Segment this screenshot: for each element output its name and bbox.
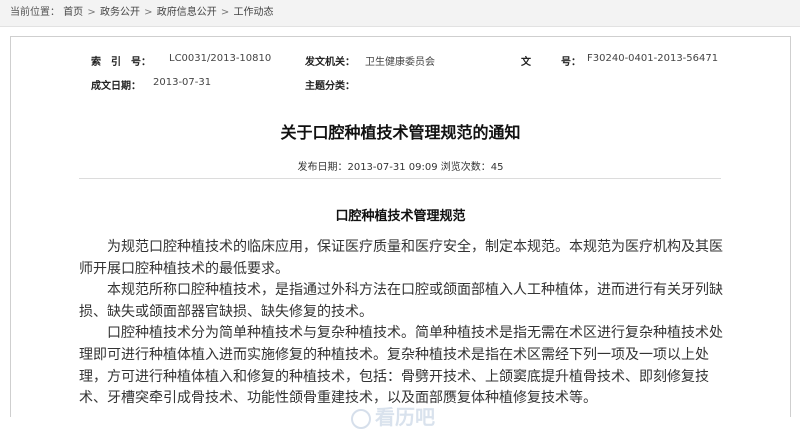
breadcrumb-info-disclosure-link[interactable]: 政府信息公开 [157,0,217,26]
publish-date-label: 发布日期： [297,162,348,173]
article-container: 索 引 号： LC0031/2013-10810 发文机关： 卫生健康委员会 文… [10,36,791,429]
written-date-value: 2013-07-31 [153,77,212,88]
view-count-value: 45 [490,162,504,173]
body-paragraph: 口腔种植技术分为简单种植技术与复杂种植技术。简单种植技术是指无需在术区进行复杂种… [79,325,723,407]
written-date-label: 成文日期： [91,81,141,92]
title-divider [79,178,721,179]
article-body: 为规范口腔种植技术的临床应用，保证医疗质量和医疗安全，制定本规范。本规范为医疗机… [79,237,729,410]
document-number-value: F30240-0401-2013-56471 [587,53,719,64]
article-subtitle: 口腔种植技术管理规范 [335,209,466,224]
article-title: 关于口腔种植技术管理规范的通知 [280,123,521,142]
issuing-authority-value: 卫生健康委员会 [365,57,435,68]
breadcrumb-separator: > [87,7,96,18]
breadcrumb-gov-affairs-link[interactable]: 政务公开 [100,0,140,26]
index-number-label: 索 引 号： [91,57,151,68]
publish-info: 发布日期：2013-07-31 09:09 浏览次数：45 [11,158,790,173]
breadcrumb-home-link[interactable]: 首页 [63,0,83,26]
watermark-logo-icon [351,408,371,429]
breadcrumb-work-news-link[interactable]: 工作动态 [233,0,273,26]
index-number-value: LC0031/2013-10810 [169,53,272,64]
publish-date-value: 2013-07-31 09:09 [347,162,438,173]
issuing-authority-label: 发文机关： [305,57,355,68]
breadcrumb-separator: > [144,7,153,18]
breadcrumb-prefix: 当前位置： [10,7,60,18]
body-paragraph: 本规范所称口腔种植技术，是指通过外科方法在口腔或颌面部植入人工种植体，进而进行有… [79,282,723,320]
topic-category-label: 主题分类： [305,81,355,92]
breadcrumb-separator: > [220,7,230,18]
document-number-label: 文 号： [521,57,581,68]
body-paragraph: 为规范口腔种植技术的临床应用，保证医疗质量和医疗安全，制定本规范。本规范为医疗机… [79,239,723,277]
breadcrumb: 当前位置： 首页 > 政务公开 > 政府信息公开 > 工作动态 [0,0,800,27]
view-count-label: 浏览次数： [440,162,491,173]
